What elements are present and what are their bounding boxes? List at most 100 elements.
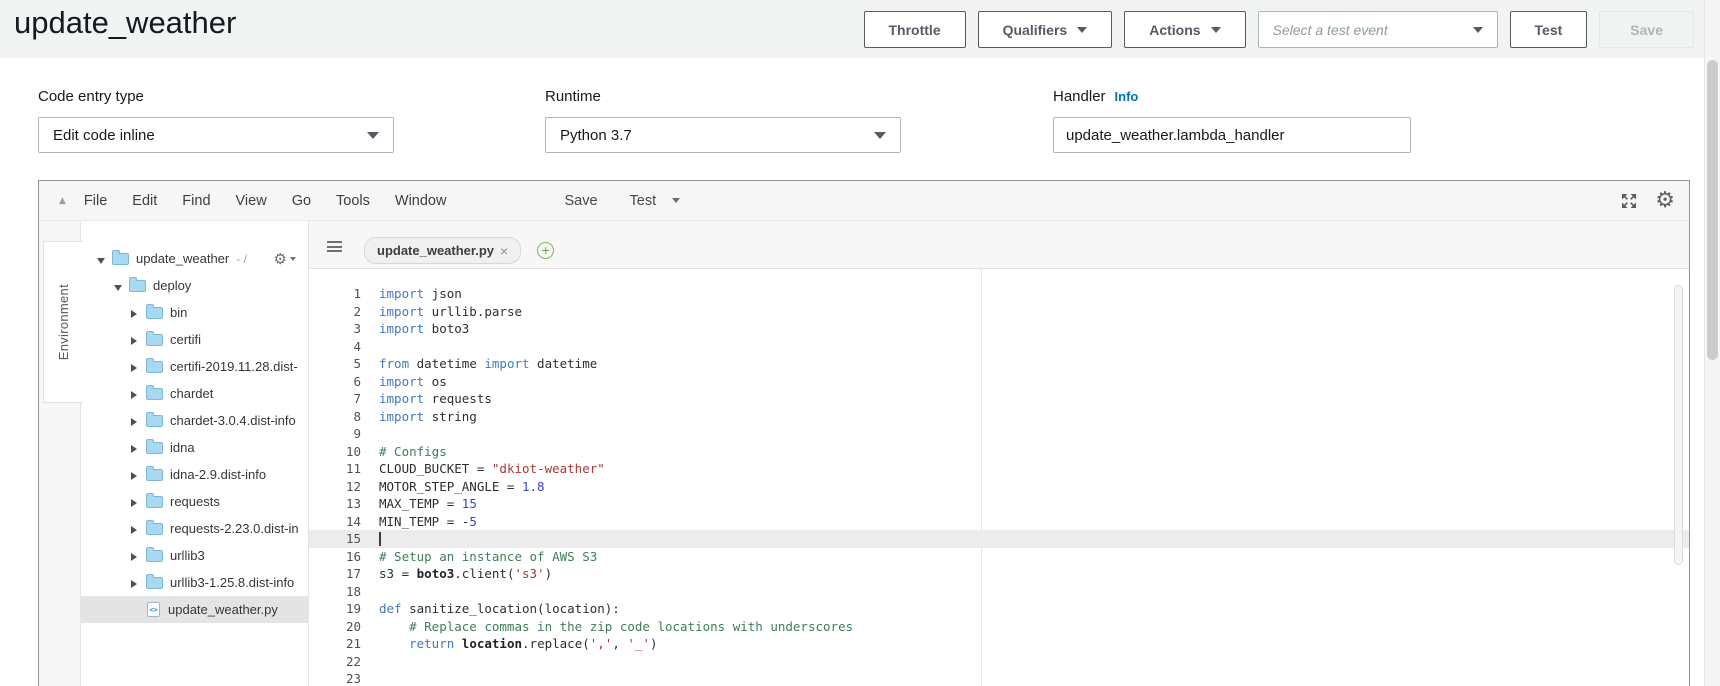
code-line-23[interactable]: 23 [309, 670, 1689, 686]
actions-button[interactable]: Actions [1124, 11, 1245, 48]
code-line-20[interactable]: 20 # Replace commas in the zip code loca… [309, 618, 1689, 636]
chevron-down-icon[interactable] [672, 198, 680, 203]
folder-icon [146, 550, 163, 562]
editor-scrollbar[interactable] [1674, 285, 1683, 565]
throttle-button[interactable]: Throttle [864, 11, 966, 48]
code-line-16[interactable]: 16# Setup an instance of AWS S3 [309, 548, 1689, 566]
chevron-down-icon[interactable] [97, 254, 111, 264]
line-number: 5 [309, 355, 363, 373]
chevron-right-icon[interactable] [131, 362, 145, 372]
code-text: import urllib.parse [363, 303, 522, 321]
editor-save-menu[interactable]: Save [564, 193, 597, 209]
tree-folder-idna-2-9-dist-info[interactable]: idna-2.9.dist-info [81, 461, 308, 488]
runtime-select[interactable]: Python 3.7 [545, 117, 901, 153]
chevron-right-icon[interactable] [131, 308, 145, 318]
chevron-right-icon[interactable] [131, 578, 145, 588]
code-line-14[interactable]: 14MIN_TEMP = -5 [309, 513, 1689, 531]
page-scrollbar[interactable] [1704, 0, 1720, 686]
tree-item-label: chardet [170, 386, 213, 401]
menu-edit[interactable]: Edit [132, 193, 157, 209]
editor-test-menu[interactable]: Test [630, 193, 657, 209]
qualifiers-button[interactable]: Qualifiers [978, 11, 1113, 48]
code-line-10[interactable]: 10# Configs [309, 443, 1689, 461]
tree-folder-urllib3[interactable]: urllib3 [81, 542, 308, 569]
tab-update-weather-py[interactable]: update_weather.py × [364, 237, 521, 264]
code-text [363, 670, 379, 686]
code-line-1[interactable]: 1import json [309, 285, 1689, 303]
code-line-4[interactable]: 4 [309, 338, 1689, 356]
chevron-right-icon[interactable] [131, 389, 145, 399]
code-line-6[interactable]: 6import os [309, 373, 1689, 391]
handler-info-link[interactable]: Info [1115, 89, 1139, 104]
tree-folder-requests[interactable]: requests [81, 488, 308, 515]
code-line-22[interactable]: 22 [309, 653, 1689, 671]
fullscreen-icon[interactable] [1619, 191, 1639, 211]
line-number: 4 [309, 338, 363, 356]
code-line-7[interactable]: 7import requests [309, 390, 1689, 408]
code-line-5[interactable]: 5from datetime import datetime [309, 355, 1689, 373]
code-line-13[interactable]: 13MAX_TEMP = 15 [309, 495, 1689, 513]
code-line-3[interactable]: 3import boto3 [309, 320, 1689, 338]
folder-icon [146, 469, 163, 481]
tree-folder-chardet[interactable]: chardet [81, 380, 308, 407]
tree-folder-bin[interactable]: bin [81, 299, 308, 326]
chevron-right-icon[interactable] [131, 497, 145, 507]
chevron-down-icon[interactable] [114, 281, 128, 291]
tree-folder-urllib3-1-25-8-dist-info[interactable]: urllib3-1.25.8.dist-info [81, 569, 308, 596]
code-line-2[interactable]: 2import urllib.parse [309, 303, 1689, 321]
code-line-17[interactable]: 17s3 = boto3.client('s3') [309, 565, 1689, 583]
code-line-18[interactable]: 18 [309, 583, 1689, 601]
code-entry-type-select[interactable]: Edit code inline [38, 117, 394, 153]
handler-input[interactable] [1053, 117, 1411, 153]
close-icon[interactable]: × [500, 243, 508, 259]
menu-find[interactable]: Find [182, 193, 210, 209]
tree-folder-deploy[interactable]: deploy [81, 272, 308, 299]
tree-item-label: bin [170, 305, 187, 320]
tree-folder-chardet-3-0-4-dist-info[interactable]: chardet-3.0.4.dist-info [81, 407, 308, 434]
chevron-right-icon[interactable] [131, 443, 145, 453]
test-button[interactable]: Test [1510, 11, 1588, 48]
code-line-8[interactable]: 8import string [309, 408, 1689, 426]
tree-folder-update-weather[interactable]: update_weather- /⚙ [81, 245, 308, 272]
chevron-right-icon[interactable] [131, 335, 145, 345]
code-text: import json [363, 285, 462, 303]
page-scrollbar-thumb[interactable] [1707, 60, 1718, 360]
code-line-11[interactable]: 11CLOUD_BUCKET = "dkiot-weather" [309, 460, 1689, 478]
folder-icon [146, 307, 163, 319]
gear-icon[interactable]: ⚙ [1655, 190, 1675, 212]
chevron-right-icon[interactable] [131, 470, 145, 480]
tree-item-label: urllib3 [170, 548, 205, 563]
menu-window[interactable]: Window [395, 193, 447, 209]
code-line-9[interactable]: 9 [309, 425, 1689, 443]
code-line-21[interactable]: 21 return location.replace(',', '_') [309, 635, 1689, 653]
editor-toolbar-icons: ⚙ [1619, 190, 1675, 212]
menu-view[interactable]: View [236, 193, 267, 209]
line-number: 18 [309, 583, 363, 601]
chevron-right-icon[interactable] [131, 524, 145, 534]
tree-file-update-weather-py[interactable]: <>update_weather.py [81, 596, 308, 623]
gear-icon[interactable]: ⚙ [274, 250, 296, 268]
chevron-right-icon[interactable] [131, 551, 145, 561]
tree-folder-certifi-2019-11-28-dist[interactable]: certifi-2019.11.28.dist- [81, 353, 308, 380]
line-number: 19 [309, 600, 363, 618]
new-tab-icon[interactable]: + [537, 242, 554, 259]
tree-folder-certifi[interactable]: certifi [81, 326, 308, 353]
code-line-15[interactable]: 15 [309, 530, 1689, 548]
tab-list-icon[interactable] [327, 241, 342, 252]
code-line-19[interactable]: 19def sanitize_location(location): [309, 600, 1689, 618]
collapse-editor-icon[interactable]: ▲ [59, 196, 66, 206]
code-entry-type-value: Edit code inline [53, 127, 155, 144]
code-text: def sanitize_location(location): [363, 600, 620, 618]
tab-environment[interactable]: Environment [43, 241, 83, 403]
menu-file[interactable]: File [84, 193, 107, 209]
menu-go[interactable]: Go [292, 193, 311, 209]
python-file-icon: <> [147, 602, 160, 617]
code-editor[interactable]: 1import json2import urllib.parse3import … [309, 269, 1689, 686]
line-number: 2 [309, 303, 363, 321]
chevron-right-icon[interactable] [131, 416, 145, 426]
test-event-select[interactable]: Select a test event [1258, 11, 1498, 48]
menu-tools[interactable]: Tools [336, 193, 370, 209]
tree-folder-requests-2-23-0-dist-in[interactable]: requests-2.23.0.dist-in [81, 515, 308, 542]
tree-folder-idna[interactable]: idna [81, 434, 308, 461]
code-line-12[interactable]: 12MOTOR_STEP_ANGLE = 1.8 [309, 478, 1689, 496]
